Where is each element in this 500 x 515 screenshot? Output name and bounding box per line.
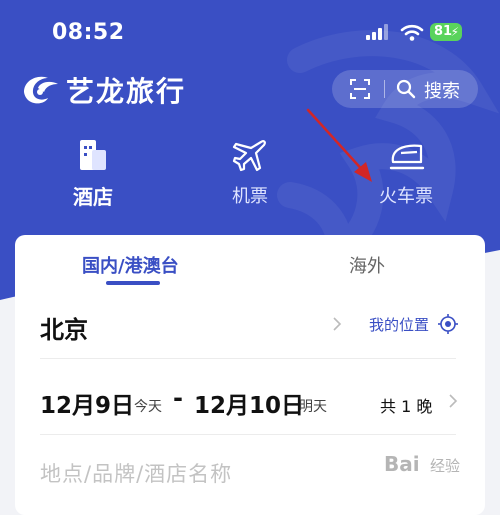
chevron-right-icon xyxy=(333,317,342,331)
brand-name: 艺龙旅行 xyxy=(66,75,187,108)
tab-domestic[interactable]: 国内/港澳台 xyxy=(82,252,179,278)
baidu-watermark-text: Bai xyxy=(384,452,420,476)
charging-bolt-icon: ⚡ xyxy=(450,25,459,39)
status-time: 08:52 xyxy=(52,20,125,45)
nav-label-hotel: 酒店 xyxy=(73,185,113,209)
checkin-day-label: 今天 xyxy=(134,399,162,415)
nav-item-hotel[interactable]: 酒店 xyxy=(43,138,143,210)
wifi-icon xyxy=(400,24,424,41)
checkout-date[interactable]: 12月10日 xyxy=(194,386,304,420)
checkin-date[interactable]: 12月9日 xyxy=(40,386,134,420)
my-location-button[interactable]: 我的位置 xyxy=(369,314,429,335)
city-selector[interactable]: 北京 xyxy=(40,310,88,345)
scan-icon[interactable] xyxy=(350,79,370,99)
train-icon xyxy=(389,144,425,170)
battery-level: 81 xyxy=(434,24,453,39)
nav-label-flight: 机票 xyxy=(232,186,268,207)
search-divider xyxy=(384,80,385,98)
baidu-watermark-sub: 经验 xyxy=(430,457,461,475)
tab-overseas[interactable]: 海外 xyxy=(349,252,385,278)
date-separator: - xyxy=(173,384,183,412)
checkout-day-label: 明天 xyxy=(299,399,327,415)
battery-indicator: 81 ⚡ xyxy=(430,23,462,41)
cellular-signal-icon xyxy=(366,24,388,40)
keyword-search-input[interactable]: 地点/品牌/酒店名称 xyxy=(40,458,232,488)
active-tab-indicator xyxy=(106,281,160,285)
divider xyxy=(40,434,456,435)
chevron-right-icon[interactable] xyxy=(448,393,458,409)
airplane-icon xyxy=(232,140,266,172)
annotation-arrow xyxy=(306,108,372,182)
elong-logo-icon xyxy=(24,76,58,104)
search-icon[interactable] xyxy=(396,79,416,99)
search-label[interactable]: 搜索 xyxy=(424,77,460,103)
divider xyxy=(40,358,456,359)
locate-icon[interactable] xyxy=(438,314,458,334)
nights-count: 共 1 晚 xyxy=(380,397,433,416)
nav-item-flight[interactable]: 机票 xyxy=(200,138,300,210)
hotel-icon xyxy=(80,140,106,170)
